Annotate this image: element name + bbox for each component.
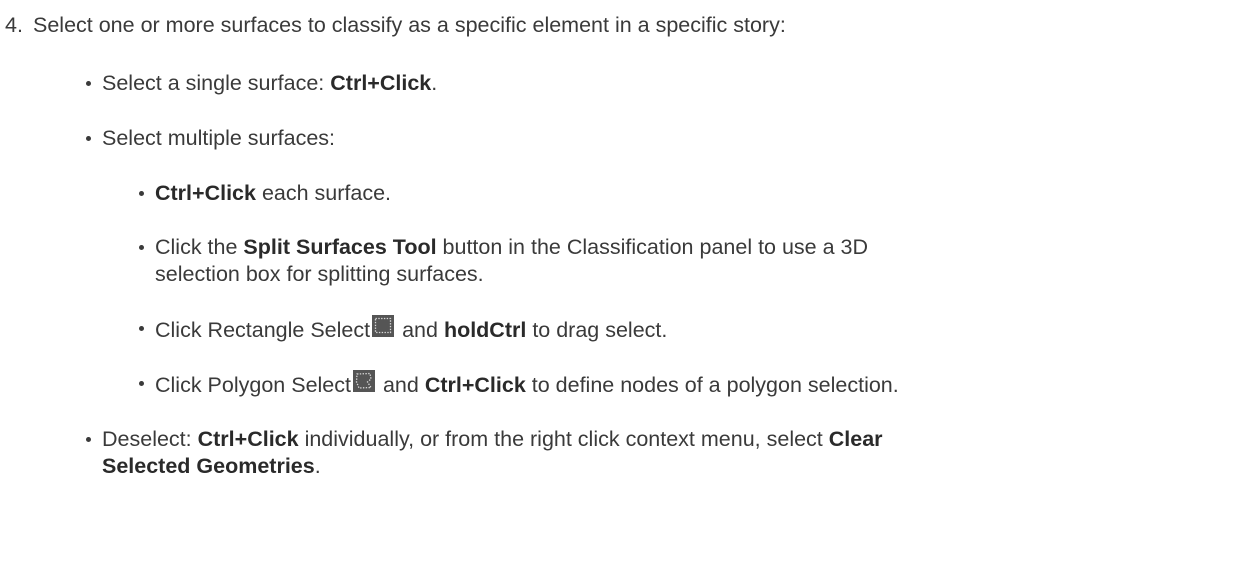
list-item-polygon-select: Click Polygon Select and Ctrl+Click to d… <box>155 370 899 399</box>
shortcut-ctrl-click: Ctrl+Click <box>424 373 526 397</box>
bullet <box>86 136 91 141</box>
list-item-deselect: Deselect: Ctrl+Click individually, or fr… <box>102 427 883 451</box>
polygon-select-icon <box>352 370 375 392</box>
bullet <box>139 326 144 331</box>
clear-selected-geometries-label: Selected Geometries <box>102 454 315 478</box>
list-item-split-surfaces-line2: selection box for splitting surfaces. <box>155 262 484 286</box>
shortcut-ctrl-click: Ctrl+Click <box>155 181 256 205</box>
list-item-deselect-line2: Selected Geometries. <box>102 454 321 478</box>
bullet <box>139 381 144 386</box>
list-item-rectangle-select: Click Rectangle Select and holdCtrl to d… <box>155 315 667 344</box>
split-surfaces-tool-label: Split Surfaces Tool <box>243 235 437 259</box>
shortcut-ctrl-click: Ctrl+Click <box>197 427 299 451</box>
bullet <box>86 437 91 442</box>
list-item-multiple-surfaces: Select multiple surfaces: <box>102 126 336 150</box>
bullet <box>139 245 144 250</box>
shortcut-ctrl-click: Ctrl+Click <box>330 71 432 95</box>
step-number: 4. <box>5 13 23 37</box>
list-item-split-surfaces: Click the Split Surfaces Tool button in … <box>155 235 869 259</box>
bullet <box>139 191 144 196</box>
list-item-single-surface: Select a single surface: Ctrl+Click. <box>102 71 438 95</box>
list-item-ctrl-click-each: Ctrl+Click each surface. <box>155 181 392 205</box>
bullet <box>86 81 91 86</box>
rectangle-select-icon <box>372 315 395 337</box>
step-text: Select one or more surfaces to classify … <box>33 13 786 37</box>
